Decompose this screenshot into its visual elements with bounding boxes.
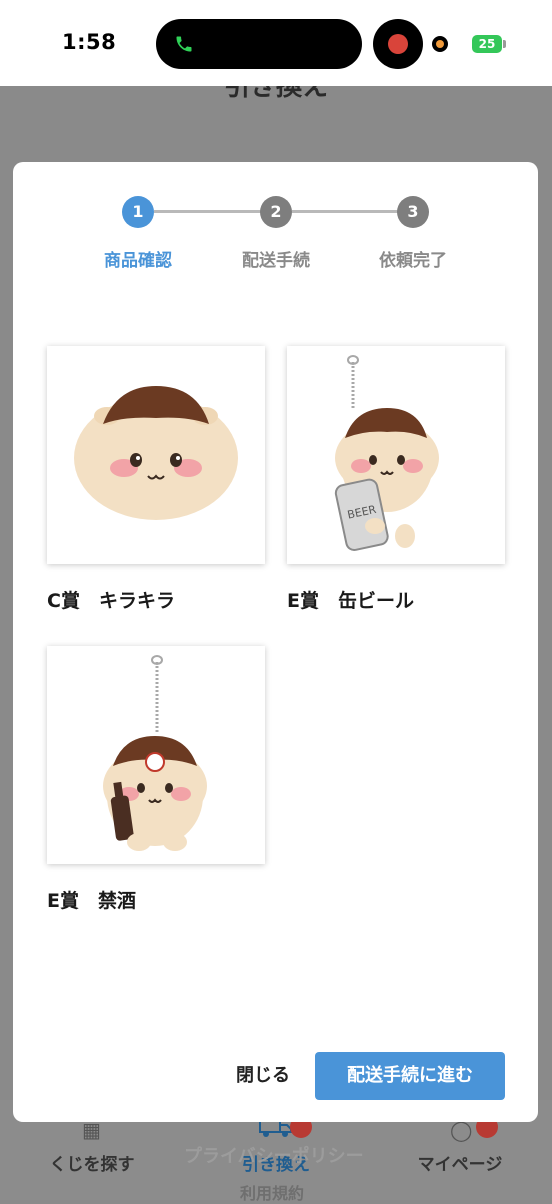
step-2-label: 配送手続 [242, 251, 310, 271]
record-dot-icon [388, 34, 408, 54]
terms-link[interactable]: 利用規約 [240, 1180, 304, 1204]
step-1-circle: 1 [122, 196, 154, 228]
plush-beer-icon: BEER [334, 355, 439, 551]
nav-label-find-lottery: くじを探す [49, 1155, 135, 1175]
status-time: 1:58 [62, 30, 117, 54]
privacy-policy-link[interactable]: プライバシーポリシー [184, 1142, 364, 1168]
privacy-dot-icon [432, 36, 448, 52]
status-bar: 1:58 25 [0, 0, 552, 86]
dynamic-island [156, 19, 362, 69]
close-button[interactable]: 閉じる [223, 1052, 303, 1100]
battery-cap [503, 40, 506, 48]
prize-name: E賞 缶ビール [287, 590, 414, 612]
battery-level: 25 [478, 37, 496, 51]
step-3-circle: 3 [397, 196, 429, 228]
prize-name: E賞 禁酒 [47, 890, 136, 912]
battery-icon: 25 [472, 35, 502, 53]
prize-image [47, 346, 265, 564]
step-connector [154, 210, 274, 213]
prize-image [47, 646, 265, 864]
exchange-modal: 1 2 3 商品確認 配送手続 依頼完了 C賞 キラキラ BEER E賞 缶ビー… [13, 162, 538, 1122]
recording-indicator [373, 19, 423, 69]
prize-name: C賞 キラキラ [47, 590, 175, 612]
prize-image: BEER [287, 346, 505, 564]
step-1-label: 商品確認 [104, 251, 172, 271]
step-2-circle: 2 [260, 196, 292, 228]
step-3-label: 依頼完了 [379, 251, 447, 271]
plush-round-icon [74, 386, 238, 520]
proceed-to-shipping-button[interactable]: 配送手続に進む [315, 1052, 505, 1100]
step-connector [292, 210, 412, 213]
plush-no-drinking-icon [103, 655, 207, 851]
phone-icon [176, 36, 192, 52]
nav-label-mypage: マイページ [417, 1155, 503, 1175]
